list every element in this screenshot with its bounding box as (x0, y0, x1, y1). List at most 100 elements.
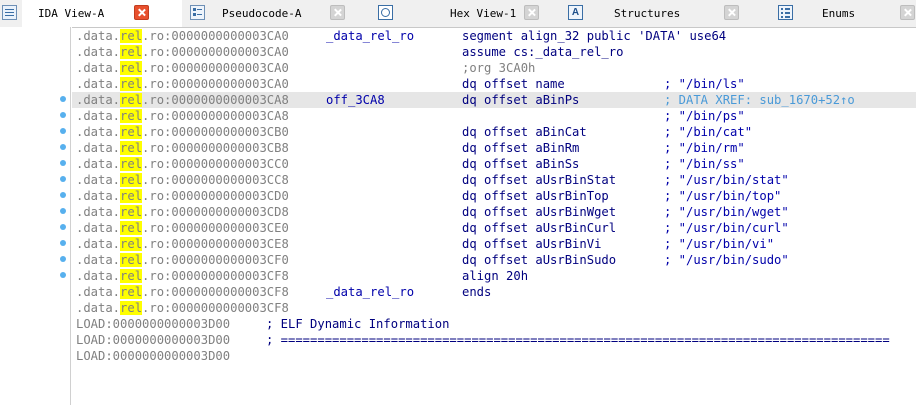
breakpoint-dot-icon[interactable] (60, 96, 66, 102)
code-label[interactable]: off_3CA8 (326, 92, 385, 108)
listing-row[interactable]: .data.rel.ro:0000000000003CA0 _data_rel_r… (72, 28, 916, 44)
listing-gutter[interactable] (0, 27, 72, 405)
tab-hex-view-1[interactable]: Hex View-1 (372, 0, 562, 27)
close-icon[interactable] (134, 5, 149, 20)
close-icon[interactable] (900, 5, 915, 20)
address[interactable]: .data.rel.ro:0000000000003CD0 (76, 188, 289, 204)
listing-row[interactable]: .data.rel.ro:0000000000003CC8 dq offset a… (72, 172, 916, 188)
comment[interactable]: ; "/bin/ps" (664, 108, 745, 124)
instruction[interactable]: dq offset aBinRm (462, 140, 579, 156)
breakpoint-dot-icon[interactable] (60, 224, 66, 230)
comment[interactable]: ; "/usr/bin/stat" (664, 172, 789, 188)
listing-row[interactable]: .data.rel.ro:0000000000003CC0 dq offset a… (72, 156, 916, 172)
breakpoint-dot-icon[interactable] (60, 192, 66, 198)
instruction[interactable]: dq offset aUsrBinTop (462, 188, 609, 204)
address[interactable]: .data.rel.ro:0000000000003CD8 (76, 204, 289, 220)
listing-row[interactable]: .data.rel.ro:0000000000003CA0 dq offset n… (72, 76, 916, 92)
listing-row[interactable]: .data.rel.ro:0000000000003CD0 dq offset a… (72, 188, 916, 204)
address[interactable]: .data.rel.ro:0000000000003CF0 (76, 252, 289, 268)
instruction[interactable]: dq offset aBinSs (462, 156, 579, 172)
comment[interactable]: ; "/usr/bin/sudo" (664, 252, 789, 268)
instruction[interactable]: dq offset name (462, 76, 565, 92)
breakpoint-dot-icon[interactable] (60, 128, 66, 134)
listing-row[interactable]: .data.rel.ro:0000000000003CA0 assume cs:_… (72, 44, 916, 60)
listing-row[interactable]: .data.rel.ro:0000000000003CE0 dq offset a… (72, 220, 916, 236)
close-icon[interactable] (330, 5, 345, 20)
address[interactable]: .data.rel.ro:0000000000003CF8 (76, 300, 289, 316)
breakpoint-dot-icon[interactable] (60, 272, 66, 278)
listing-row[interactable]: .data.rel.ro:0000000000003CE8 dq offset a… (72, 236, 916, 252)
address[interactable]: LOAD:0000000000003D00 (76, 316, 230, 332)
instruction[interactable]: assume cs:_data_rel_ro (462, 44, 623, 60)
address[interactable]: .data.rel.ro:0000000000003CA8 (76, 108, 289, 124)
breakpoint-dot-icon[interactable] (60, 112, 66, 118)
comment[interactable]: ; "/bin/ls" (664, 76, 745, 92)
address[interactable]: .data.rel.ro:0000000000003CA0 (76, 28, 289, 44)
listing-row[interactable]: .data.rel.ro:0000000000003CA0 ;org 3CA0h (72, 60, 916, 76)
breakpoint-dot-icon[interactable] (60, 160, 66, 166)
listing-row[interactable]: LOAD:0000000000003D00 ; ELF Dynamic Infor… (72, 316, 916, 332)
address[interactable]: .data.rel.ro:0000000000003CF8 (76, 284, 289, 300)
address[interactable]: .data.rel.ro:0000000000003CA0 (76, 44, 289, 60)
address[interactable]: .data.rel.ro:0000000000003CA8 (76, 92, 289, 108)
comment[interactable]: ; ======================================… (266, 332, 890, 348)
listing-row[interactable]: .data.rel.ro:0000000000003CB8 dq offset a… (72, 140, 916, 156)
address[interactable]: .data.rel.ro:0000000000003CC0 (76, 156, 289, 172)
instruction[interactable]: dq offset aUsrBinCurl (462, 220, 616, 236)
listing-row[interactable]: .data.rel.ro:0000000000003CA8 ; "/bin/ps" (72, 108, 916, 124)
address[interactable]: .data.rel.ro:0000000000003CC8 (76, 172, 289, 188)
listing-row[interactable]: .data.rel.ro:0000000000003CF8 (72, 300, 916, 316)
tab-pseudocode-a[interactable]: Pseudocode-A (186, 0, 356, 27)
panel-menu-icon[interactable] (2, 5, 17, 20)
instruction[interactable]: segment align_32 public 'DATA' use64 (462, 28, 726, 44)
listing-row[interactable]: .data.rel.ro:0000000000003CD8 dq offset a… (72, 204, 916, 220)
address[interactable]: .data.rel.ro:0000000000003CE0 (76, 220, 289, 236)
instruction[interactable]: ;org 3CA0h (462, 60, 535, 76)
breakpoint-dot-icon[interactable] (60, 208, 66, 214)
breakpoint-dot-icon[interactable] (60, 256, 66, 262)
close-icon[interactable] (524, 5, 539, 20)
comment[interactable]: ; ELF Dynamic Information (266, 316, 449, 332)
listing-row[interactable]: .data.rel.ro:0000000000003CF0 dq offset a… (72, 252, 916, 268)
tab-structures[interactable]: A Structures (564, 0, 754, 27)
disassembly-listing[interactable]: .data.rel.ro:0000000000003CA0 _data_rel_r… (72, 28, 916, 405)
comment[interactable]: ; "/usr/bin/vi" (664, 236, 774, 252)
close-icon[interactable] (724, 5, 739, 20)
instruction[interactable]: dq offset aUsrBinVi (462, 236, 601, 252)
comment[interactable]: ; "/usr/bin/curl" (664, 220, 789, 236)
address[interactable]: .data.rel.ro:0000000000003CF8 (76, 268, 289, 284)
comment[interactable]: ; "/usr/bin/wget" (664, 204, 789, 220)
address[interactable]: LOAD:0000000000003D00 (76, 332, 230, 348)
breakpoint-dot-icon[interactable] (60, 240, 66, 246)
comment[interactable]: ; "/bin/rm" (664, 140, 745, 156)
listing-row[interactable]: .data.rel.ro:0000000000003CA8 off_3CA8 dq … (72, 92, 916, 108)
breakpoint-dot-icon[interactable] (60, 176, 66, 182)
comment[interactable]: ; "/usr/bin/top" (664, 188, 781, 204)
listing-row[interactable]: .data.rel.ro:0000000000003CF8 align 20h (72, 268, 916, 284)
address[interactable]: .data.rel.ro:0000000000003CB8 (76, 140, 289, 156)
listing-row[interactable]: LOAD:0000000000003D00 ; =================… (72, 332, 916, 348)
instruction[interactable]: ends (462, 284, 491, 300)
listing-row[interactable]: LOAD:0000000000003D00 (72, 348, 916, 364)
instruction[interactable]: dq offset aUsrBinWget (462, 204, 616, 220)
instruction[interactable]: align 20h (462, 268, 528, 284)
address[interactable]: .data.rel.ro:0000000000003CB0 (76, 124, 289, 140)
comment[interactable]: ; "/bin/ss" (664, 156, 745, 172)
address[interactable]: .data.rel.ro:0000000000003CE8 (76, 236, 289, 252)
listing-row[interactable]: .data.rel.ro:0000000000003CB0 dq offset a… (72, 124, 916, 140)
tab-enums[interactable]: Enums (778, 0, 916, 27)
address[interactable]: LOAD:0000000000003D00 (76, 348, 230, 364)
listing-row[interactable]: .data.rel.ro:0000000000003CF8 _data_rel_r… (72, 284, 916, 300)
code-label[interactable]: _data_rel_ro (326, 28, 414, 44)
address[interactable]: .data.rel.ro:0000000000003CA0 (76, 60, 289, 76)
address[interactable]: .data.rel.ro:0000000000003CA0 (76, 76, 289, 92)
comment[interactable]: ; "/bin/cat" (664, 124, 752, 140)
instruction[interactable]: dq offset aUsrBinStat (462, 172, 616, 188)
instruction[interactable]: dq offset aUsrBinSudo (462, 252, 616, 268)
instruction[interactable]: dq offset aBinPs (462, 92, 579, 108)
breakpoint-dot-icon[interactable] (60, 144, 66, 150)
instruction[interactable]: dq offset aBinCat (462, 124, 587, 140)
code-label[interactable]: _data_rel_ro (326, 284, 414, 300)
comment[interactable]: ; DATA XREF: sub_1670+52↑o (664, 92, 855, 108)
tab-ida-view-a[interactable]: IDA View-A (22, 0, 182, 27)
